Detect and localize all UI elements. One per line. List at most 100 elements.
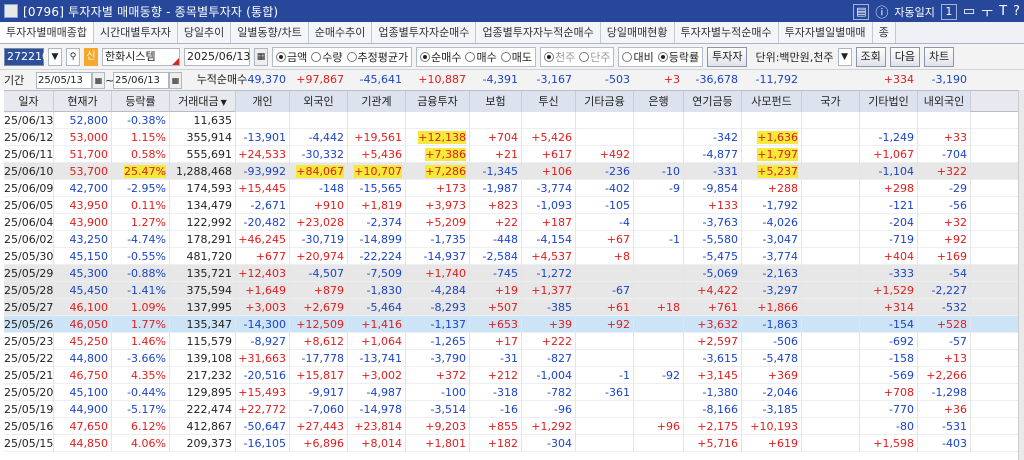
investor-button[interactable]: 투자자 xyxy=(707,46,748,67)
column-header[interactable]: 사모펀드 xyxy=(742,91,802,112)
highlight-mark: 25.47% xyxy=(124,165,166,178)
search-icon[interactable]: ⚲ xyxy=(66,47,80,66)
table-row[interactable]: 25/06/02 43,250 -4.74% 178,291 +46,245 -30,71… xyxy=(4,231,1018,248)
auto-journal-button[interactable]: 자동일지 xyxy=(894,4,934,20)
help-button[interactable]: ? xyxy=(1013,4,1020,19)
column-header[interactable]: 금융투자 xyxy=(406,91,470,112)
window-box-icon[interactable]: ▭ xyxy=(963,4,975,19)
column-header[interactable]: 내외국인 xyxy=(918,91,971,112)
tab-10[interactable]: 종 xyxy=(872,22,896,43)
table-cell: -1,249 xyxy=(860,129,918,146)
metric-radio-0[interactable]: 금액 xyxy=(276,49,307,65)
table-cell: -1,004 xyxy=(522,367,576,384)
trade-type-radio-2[interactable]: 매도 xyxy=(500,49,532,65)
tab-9[interactable]: 투자자별일별매매 xyxy=(778,22,873,43)
sort-desc-icon[interactable]: ▼ xyxy=(221,98,227,107)
column-header[interactable]: 현재가 xyxy=(54,91,112,112)
column-header[interactable]: 국가 xyxy=(802,91,860,112)
from-calendar-icon[interactable]: ▦ xyxy=(92,71,105,89)
metric-radio-1[interactable]: 수량 xyxy=(311,49,343,65)
table-row[interactable]: 25/05/19 44,900 -5.17% 222,474 +22,772 -7,060… xyxy=(4,401,1018,418)
trade-type-radio-0[interactable]: 순매수 xyxy=(420,49,461,65)
column-header[interactable]: 기타법인 xyxy=(860,91,918,112)
tab-2[interactable]: 당일추이 xyxy=(177,22,232,43)
tab-7[interactable]: 당일매매현황 xyxy=(600,22,675,43)
table-row[interactable]: 25/05/23 45,250 1.46% 115,579 -8,927 +8,612 +1… xyxy=(4,333,1018,350)
info-icon[interactable]: ⓘ xyxy=(875,2,888,21)
table-cell: +492 xyxy=(576,146,634,163)
table-row[interactable]: 25/05/30 45,150 -0.55% 481,720 +677 +20,974 -2… xyxy=(4,248,1018,265)
table-cell: +1,636 xyxy=(742,129,802,146)
table-cell: -7,509 xyxy=(348,265,406,282)
table-row[interactable]: 25/05/27 46,100 1.09% 137,995 +3,003 +2,679 -5… xyxy=(4,299,1018,316)
calendar-icon[interactable]: ▦ xyxy=(254,47,268,66)
table-row[interactable]: 25/06/12 53,000 1.15% 355,914 -13,901 -4,442 +… xyxy=(4,129,1018,146)
stock-name-field[interactable]: 한화시스템 xyxy=(102,47,180,66)
font-size-button[interactable]: T xyxy=(999,4,1007,19)
table-row[interactable]: 25/06/05 43,950 0.11% 134,479 -2,671 +910 +1,8… xyxy=(4,197,1018,214)
table-row[interactable]: 25/06/11 51,700 0.58% 555,691 +24,533 -30,332… xyxy=(4,146,1018,163)
tab-0[interactable]: 투자자별매매종합 xyxy=(0,22,94,43)
column-header[interactable]: 일자 xyxy=(4,91,54,112)
compare-radio-0[interactable]: 대비 xyxy=(622,49,654,65)
column-header[interactable]: 기타금융 xyxy=(576,91,634,112)
metric-radio-2[interactable]: 추정평균가 xyxy=(346,49,408,65)
column-header[interactable]: 거래대금 ▼ xyxy=(170,91,236,112)
tab-8[interactable]: 투자자별누적순매수 xyxy=(674,22,779,43)
share-unit-radio-0[interactable]: 천주 xyxy=(543,49,575,65)
tab-5[interactable]: 업종별투자자순매수 xyxy=(372,22,477,43)
share-unit-radio-label: 단주 xyxy=(590,50,611,64)
table-row[interactable]: 25/06/10 53,700 25.47% 1,288,468 -93,992 +84,… xyxy=(4,163,1018,180)
table-cell: -31 xyxy=(470,350,522,367)
column-header[interactable]: 기관계 xyxy=(348,91,406,112)
column-header[interactable]: 등락률 xyxy=(112,91,170,112)
table-cell: +910 xyxy=(290,197,348,214)
table-cell: 135,347 xyxy=(170,316,236,333)
tab-6[interactable]: 업종별투자자누적순매수 xyxy=(476,22,601,43)
screen-icon[interactable]: ▤ xyxy=(853,3,870,20)
period-to-field[interactable]: 25/06/13 xyxy=(113,71,169,89)
table-row[interactable]: 25/05/20 45,100 -0.44% 129,895 +15,493 -9,917… xyxy=(4,384,1018,401)
table-row[interactable]: 25/05/22 44,800 -3.66% 139,108 +31,663 -17,77… xyxy=(4,350,1018,367)
table-row[interactable]: 25/06/09 42,700 -2.95% 174,593 +15,445 -148 -1… xyxy=(4,180,1018,197)
column-header[interactable]: 투신 xyxy=(522,91,576,112)
table-row[interactable]: 25/05/15 44,850 4.06% 209,373 -16,105 +6,896 +… xyxy=(4,435,1018,452)
table-row[interactable]: 25/06/04 43,900 1.27% 122,992 -20,482 +23,028… xyxy=(4,214,1018,231)
column-header[interactable]: 개인 xyxy=(236,91,290,112)
column-header[interactable]: 보험 xyxy=(470,91,522,112)
tab-3[interactable]: 일별동향/차트 xyxy=(231,22,309,43)
table-row[interactable]: 25/05/26 46,050 1.77% 135,347 -14,300 +12,509… xyxy=(4,316,1018,333)
pin-icon[interactable]: ㅜ xyxy=(981,2,993,21)
tab-1[interactable]: 시간대별투자자 xyxy=(93,22,178,43)
table-row[interactable]: 25/05/21 46,750 4.35% 217,232 -20,516 +15,817… xyxy=(4,367,1018,384)
code-dropdown-icon[interactable]: ▼ xyxy=(48,47,62,66)
table-row[interactable]: 25/06/13 52,800 -0.38% 11,635 xyxy=(4,112,1018,129)
table-cell: -3,615 xyxy=(684,350,742,367)
next-button[interactable]: 다음 xyxy=(889,46,921,67)
table-row[interactable]: 25/05/28 45,450 -1.41% 375,594 +1,649 +879 -1,… xyxy=(4,282,1018,299)
period-from-field[interactable]: 25/05/13 xyxy=(36,71,92,89)
window-number-button[interactable]: 1 xyxy=(940,3,957,20)
column-header[interactable]: 연기금등 xyxy=(684,91,742,112)
column-header[interactable]: 은행 xyxy=(634,91,684,112)
table-cell: +3,973 xyxy=(406,197,470,214)
table-header: 일자 현재가 등락률 거래대금 ▼ 개인 외국인 기관계 금융투자 보험 투신 기타금융 은행 연기금등 사… xyxy=(4,90,1018,112)
table-cell xyxy=(742,112,802,129)
trade-type-radio-1[interactable]: 매수 xyxy=(465,49,497,65)
query-date-field[interactable]: 2025/06/13 xyxy=(184,47,250,66)
stock-code-input[interactable]: 272210 xyxy=(4,47,49,66)
share-unit-radio-1[interactable]: 단주 xyxy=(579,49,610,65)
table-cell: -158 xyxy=(860,350,918,367)
chart-button[interactable]: 차트 xyxy=(924,46,955,67)
vertical-scrollbar[interactable] xyxy=(1018,90,1024,460)
compare-radio-1[interactable]: 등락률 xyxy=(657,49,699,65)
column-header[interactable]: 외국인 xyxy=(290,91,348,112)
table-row[interactable]: 25/05/29 45,300 -0.88% 135,721 +12,403 -4,507… xyxy=(4,265,1018,282)
to-calendar-icon[interactable]: ▦ xyxy=(169,71,182,89)
tab-4[interactable]: 순매수추이 xyxy=(308,22,373,43)
table-row[interactable]: 25/05/16 47,650 6.12% 412,867 -50,647 +27,443… xyxy=(4,418,1018,435)
unit-dropdown-icon[interactable]: ▼ xyxy=(837,47,852,66)
table-cell: 43,900 xyxy=(54,214,112,231)
query-button[interactable]: 조회 xyxy=(855,46,886,67)
table-cell: +15,817 xyxy=(290,367,348,384)
